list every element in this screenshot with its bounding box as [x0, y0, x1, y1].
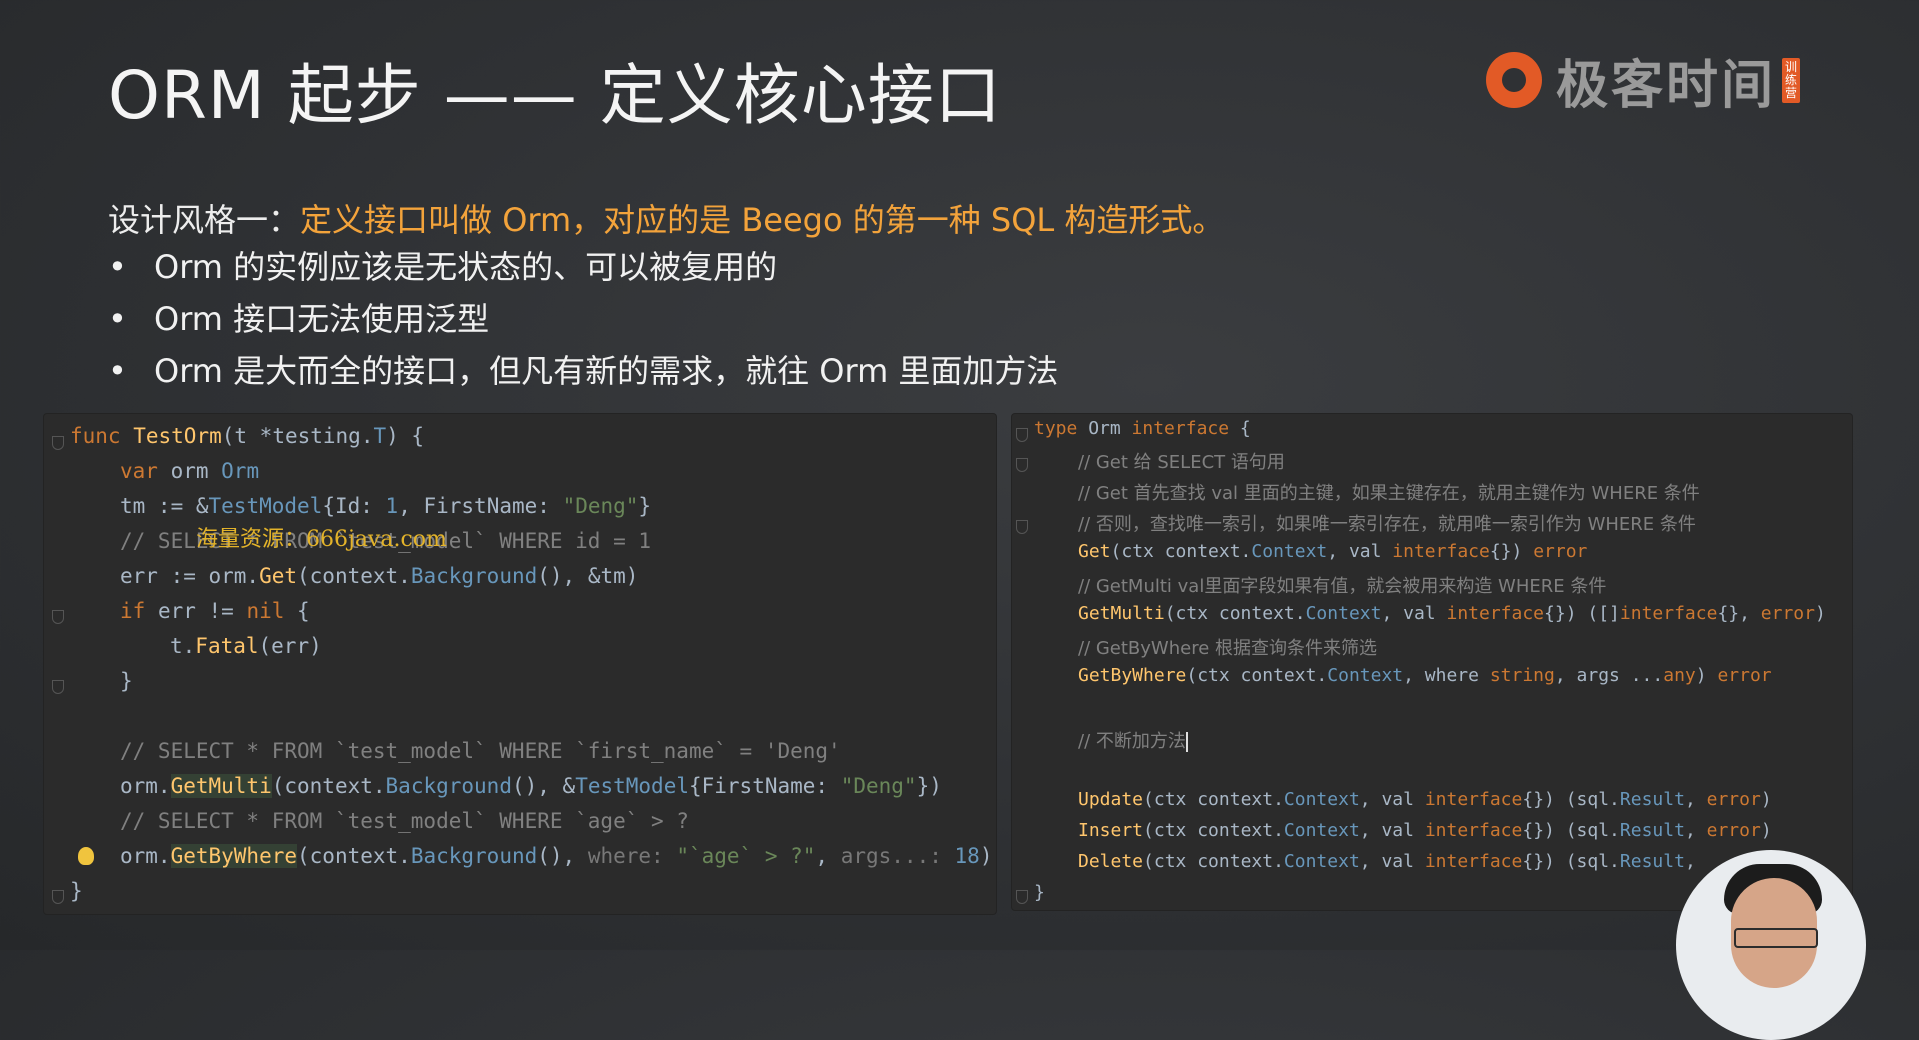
code-line: func TestOrm(t *testing.T) {: [70, 424, 425, 448]
presenter-webcam: [1676, 850, 1866, 1040]
bullet-list: • Orm 的实例应该是无状态的、可以被复用的 • Orm 接口无法使用泛型 • Or…: [108, 246, 1058, 402]
code-comment: // GetMulti val里面字段如果有值，就会被用来构造 WHERE 条件: [1078, 576, 1607, 597]
bullet-dot-icon: •: [108, 300, 127, 338]
code-line: t.Fatal(err): [170, 634, 322, 658]
code-line: var orm Orm: [120, 459, 260, 483]
intention-bulb-icon[interactable]: [78, 847, 94, 865]
code-line: err := orm.Get(context.Background(), &tm…: [120, 564, 639, 588]
code-line: orm.GetMulti(context.Background(), &Test…: [120, 774, 942, 798]
code-comment: // Get 给 SELECT 语句用: [1078, 452, 1285, 473]
code-line: orm.GetByWhere(context.Background(), whe…: [120, 844, 993, 868]
fold-marker-icon[interactable]: [52, 890, 64, 904]
bullet-text: Orm 的实例应该是无状态的、可以被复用的: [154, 248, 778, 286]
bullet-item: • Orm 是大而全的接口，但凡有新的需求，就往 Orm 里面加方法: [108, 350, 1058, 402]
fold-marker-icon[interactable]: [52, 436, 64, 450]
brand-mark-icon: [1486, 52, 1542, 108]
bullet-dot-icon: •: [108, 248, 127, 286]
code-line: GetMulti(ctx context.Context, val interf…: [1078, 603, 1826, 624]
text-cursor: [1185, 732, 1188, 752]
watermark: 海量资源：666java.com: [196, 527, 447, 552]
code-comment: // 否则，查找唯一索引，如果唯一索引存在，就用唯一索引作为 WHERE 条件: [1078, 514, 1696, 535]
code-line: Update(ctx context.Context, val interfac…: [1078, 789, 1772, 810]
code-comment: // SELECT * FROM `test_model` WHERE `age…: [120, 809, 689, 833]
fold-marker-icon[interactable]: [52, 680, 64, 694]
code-line: }: [1034, 882, 1045, 903]
brand-tag: 训练营: [1782, 57, 1801, 103]
fold-marker-icon[interactable]: [1016, 428, 1028, 442]
code-line: }: [70, 879, 83, 903]
fold-marker-icon[interactable]: [52, 610, 64, 624]
code-line: GetByWhere(ctx context.Context, where st…: [1078, 665, 1772, 686]
code-line: if err != nil {: [120, 599, 310, 623]
code-line: Insert(ctx context.Context, val interfac…: [1078, 820, 1772, 841]
bullet-text: Orm 接口无法使用泛型: [154, 300, 490, 338]
code-comment-editing[interactable]: // 不断加方法: [1078, 727, 1188, 757]
lead-prefix: 设计风格一：: [108, 201, 301, 239]
code-comment: // SELECT * FROM `test_model` WHERE `fir…: [120, 739, 841, 763]
code-comment: // GetByWhere 根据查询条件来筛选: [1078, 638, 1378, 659]
brand-logo: 极客时间 训练营: [1486, 44, 1801, 116]
fold-marker-icon[interactable]: [1016, 520, 1028, 534]
slide-title: ORM 起步 —— 定义核心接口: [108, 57, 1002, 134]
test-code-editor[interactable]: func TestOrm(t *testing.T) { var orm Orm…: [44, 414, 996, 914]
code-line: Delete(ctx context.Context, val interfac…: [1078, 851, 1707, 872]
fold-marker-icon[interactable]: [1016, 890, 1028, 904]
bullet-item: • Orm 的实例应该是无状态的、可以被复用的: [108, 246, 1058, 298]
interface-code-editor[interactable]: type Orm interface { // Get 给 SELECT 语句用…: [1012, 414, 1852, 910]
bullet-text: Orm 是大而全的接口，但凡有新的需求，就往 Orm 里面加方法: [154, 352, 1059, 390]
bullet-item: • Orm 接口无法使用泛型: [108, 298, 1058, 350]
code-line: type Orm interface {: [1034, 418, 1251, 439]
fold-marker-icon[interactable]: [1016, 458, 1028, 472]
lead-highlight: 定义接口叫做 Orm，对应的是 Beego 的第一种 SQL 构造形式。: [300, 201, 1225, 239]
code-line: }: [120, 669, 133, 693]
code-comment: // Get 首先查找 val 里面的主键，如果主键存在，就用主键作为 WHER…: [1078, 483, 1700, 504]
brand-name: 极客时间: [1556, 55, 1777, 116]
lead-text: 设计风格一：定义接口叫做 Orm，对应的是 Beego 的第一种 SQL 构造形…: [108, 195, 1224, 241]
bullet-dot-icon: •: [108, 352, 127, 390]
code-line: Get(ctx context.Context, val interface{}…: [1078, 541, 1588, 562]
